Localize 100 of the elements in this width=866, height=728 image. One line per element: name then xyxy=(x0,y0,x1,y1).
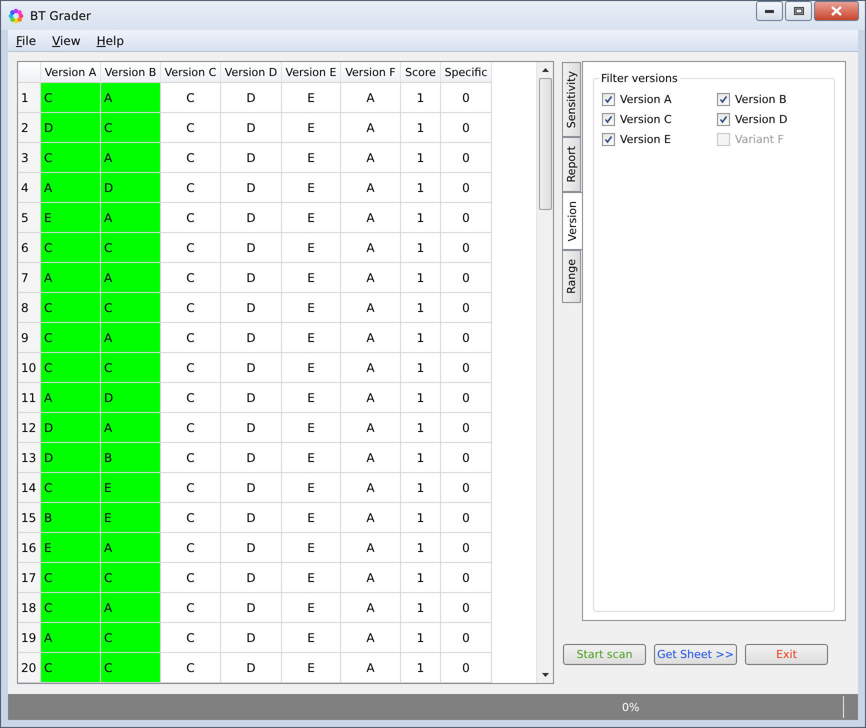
column-header[interactable]: Version C xyxy=(161,62,221,83)
row-header[interactable]: 16 xyxy=(18,533,41,563)
table-cell: 1 xyxy=(401,83,441,113)
table-cell: 1 xyxy=(401,323,441,353)
version-checkbox[interactable]: Version C xyxy=(602,113,717,126)
table-cell: A xyxy=(341,263,401,293)
version-checkbox[interactable]: Version B xyxy=(717,93,832,106)
row-header[interactable]: 8 xyxy=(18,293,41,323)
side-tab[interactable]: Version xyxy=(562,192,582,250)
maximize-button[interactable] xyxy=(785,1,812,21)
table-cell: 0 xyxy=(441,413,492,443)
table-cell: E xyxy=(101,503,161,533)
table-cell: D xyxy=(221,323,282,353)
row-header[interactable]: 7 xyxy=(18,263,41,293)
table-cell: C xyxy=(161,353,221,383)
side-tab[interactable]: Sensitivity xyxy=(562,62,581,138)
table-cell: 0 xyxy=(441,293,492,323)
table-cell: E xyxy=(282,503,341,533)
row-header[interactable]: 10 xyxy=(18,353,41,383)
table-cell: 0 xyxy=(441,353,492,383)
table-cell: A xyxy=(101,143,161,173)
table-cell: B xyxy=(41,503,101,533)
row-header[interactable]: 2 xyxy=(18,113,41,143)
table-cell: E xyxy=(282,173,341,203)
table-cell: D xyxy=(221,533,282,563)
table-cell: C xyxy=(161,233,221,263)
table-cell: 1 xyxy=(401,653,441,683)
action-button[interactable]: Get Sheet >> xyxy=(654,644,737,665)
minimize-button[interactable] xyxy=(756,1,783,21)
row-header[interactable]: 3 xyxy=(18,143,41,173)
side-tab[interactable]: Range xyxy=(562,250,581,304)
row-header[interactable]: 4 xyxy=(18,173,41,203)
progress-text: 0% xyxy=(622,700,640,714)
column-header[interactable]: Version E xyxy=(282,62,341,83)
checkmark-icon xyxy=(604,95,613,104)
row-header[interactable]: 6 xyxy=(18,233,41,263)
table-cell: 0 xyxy=(441,653,492,683)
row-header[interactable]: 13 xyxy=(18,443,41,473)
table-cell: 1 xyxy=(401,353,441,383)
row-header[interactable]: 18 xyxy=(18,593,41,623)
menu-item[interactable]: Help xyxy=(88,34,132,48)
scroll-down-icon[interactable] xyxy=(542,673,548,677)
menu-item[interactable]: File xyxy=(8,34,44,48)
table-cell: C xyxy=(161,173,221,203)
scroll-up-icon[interactable] xyxy=(542,68,548,72)
table-cell: 0 xyxy=(441,263,492,293)
version-checkbox[interactable]: Version E xyxy=(602,133,717,146)
table-cell: C xyxy=(41,353,101,383)
column-header[interactable]: Version B xyxy=(101,62,161,83)
menu-item[interactable]: View xyxy=(44,34,89,48)
table-cell: C xyxy=(41,143,101,173)
row-header[interactable]: 12 xyxy=(18,413,41,443)
table-cell: A xyxy=(101,203,161,233)
table-cell: D xyxy=(221,203,282,233)
table-cell: A xyxy=(341,203,401,233)
window-title: BT Grader xyxy=(30,8,92,22)
table-cell: C xyxy=(161,533,221,563)
column-header[interactable]: Specific xyxy=(441,62,492,83)
vertical-scrollbar[interactable] xyxy=(536,62,553,683)
table-cell: C xyxy=(101,653,161,683)
side-tab[interactable]: Report xyxy=(562,137,581,192)
table-cell: D xyxy=(221,503,282,533)
column-header[interactable]: Version F xyxy=(341,62,401,83)
table-cell: C xyxy=(161,443,221,473)
row-header[interactable]: 19 xyxy=(18,623,41,653)
table-cell: E xyxy=(282,233,341,263)
table-cell: E xyxy=(282,83,341,113)
row-header[interactable]: 20 xyxy=(18,653,41,683)
version-checkbox[interactable]: Version D xyxy=(717,113,832,126)
table-cell: D xyxy=(221,83,282,113)
table-cell: 1 xyxy=(401,143,441,173)
row-header[interactable]: 9 xyxy=(18,323,41,353)
table-cell: A xyxy=(341,383,401,413)
table-cell: 1 xyxy=(401,293,441,323)
table-cell: D xyxy=(221,293,282,323)
column-header[interactable]: Score xyxy=(401,62,441,83)
row-header[interactable]: 14 xyxy=(18,473,41,503)
table-cell: E xyxy=(282,653,341,683)
table-cell: E xyxy=(41,533,101,563)
row-header[interactable]: 11 xyxy=(18,383,41,413)
column-header[interactable]: Version D xyxy=(221,62,282,83)
close-button[interactable] xyxy=(814,1,859,21)
table-cell: C xyxy=(41,323,101,353)
table-cell: C xyxy=(161,623,221,653)
table-cell: 1 xyxy=(401,413,441,443)
version-checkbox[interactable]: Version A xyxy=(602,93,717,106)
column-header[interactable]: Version A xyxy=(41,62,101,83)
row-header[interactable]: 15 xyxy=(18,503,41,533)
table-cell: A xyxy=(341,413,401,443)
table-cell: C xyxy=(41,473,101,503)
row-header[interactable]: 1 xyxy=(18,83,41,113)
row-header[interactable]: 17 xyxy=(18,563,41,593)
table-cell: E xyxy=(282,413,341,443)
table-cell: A xyxy=(341,83,401,113)
table-cell: D xyxy=(221,173,282,203)
table-cell: E xyxy=(282,263,341,293)
row-header[interactable]: 5 xyxy=(18,203,41,233)
table-cell: C xyxy=(161,293,221,323)
table-cell: D xyxy=(101,383,161,413)
scroll-thumb[interactable] xyxy=(538,78,552,210)
